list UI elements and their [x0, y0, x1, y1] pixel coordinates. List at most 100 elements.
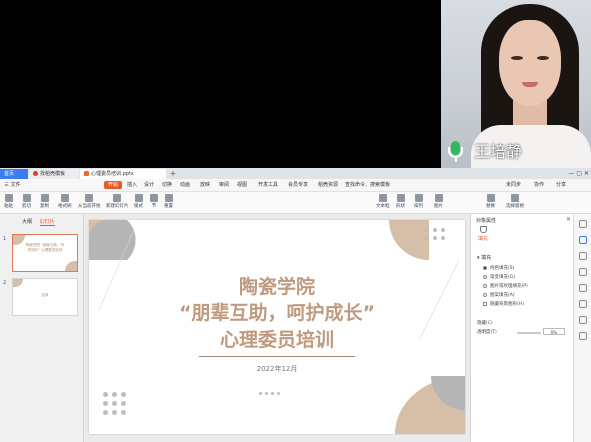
panel-tabs: 大纲 幻灯片	[22, 218, 61, 226]
fill-section-header[interactable]: ▾ 填充	[477, 254, 491, 261]
radio-icon	[483, 274, 487, 279]
copy-icon	[40, 194, 49, 202]
tab-home[interactable]: 首页	[0, 169, 28, 179]
menu-bar: 三 文件 开始 插入 设计 切换 动画 放映 审阅 视图 开发工具 会员专享 稻…	[0, 179, 591, 192]
slide-title-line2[interactable]: “朋辈互助，呵护成长”	[89, 298, 465, 325]
arrange-icon	[414, 194, 423, 202]
transparency-slider[interactable]	[517, 332, 541, 334]
thumb-text: 目录	[41, 293, 49, 297]
face	[499, 20, 561, 106]
option-gradient-fill[interactable]: 渐变填充(G)	[483, 274, 515, 280]
decorative-dots	[259, 380, 283, 399]
slide-title-line3[interactable]: 心理委员培训	[89, 325, 465, 352]
docer-icon	[33, 171, 38, 176]
arrange-button[interactable]: 排列	[414, 194, 423, 209]
document-tab-bar: 首页 找稻壳模板 心理委员培训.pptx + — ▢ ✕	[0, 168, 591, 179]
option-pattern-fill[interactable]: 图案填充(A)	[483, 292, 515, 298]
cut-button[interactable]: 剪切	[22, 194, 31, 209]
shape-icon	[396, 194, 405, 202]
tab-template-label: 找稻壳模板	[40, 171, 66, 177]
ribbon-toolbar: 粘贴 剪切 复制 格式刷 从当前开始 新建幻灯片 版式 节 重置 文本框 形状 …	[0, 192, 591, 214]
slide-thumbnail-2[interactable]: 目录	[12, 278, 78, 316]
new-tab-plus-icon[interactable]: +	[168, 168, 178, 179]
design-icon[interactable]	[579, 284, 587, 292]
radio-icon	[483, 283, 487, 288]
layout-button[interactable]: 版式	[134, 194, 143, 209]
paste-button[interactable]: 粘贴	[4, 194, 13, 209]
object-properties-pane: 对象属性 ✕ 填充 ▾ 填充 纯色填充(S) 渐变填充(G) 图片或纹理填充(P…	[470, 214, 574, 442]
menu-insert[interactable]: 插入	[127, 179, 137, 191]
fill-bucket-icon[interactable]	[480, 226, 487, 233]
play-from-current-button[interactable]: 从当前开始	[78, 194, 101, 209]
close-icon[interactable]: ✕	[566, 216, 571, 223]
tab-fill[interactable]: 填充	[478, 235, 488, 242]
help-icon[interactable]	[579, 300, 587, 308]
layout-icon	[134, 194, 143, 202]
transparency-input[interactable]: 0%	[543, 328, 565, 335]
section-icon	[150, 194, 158, 202]
selection-pane-button[interactable]: 选择窗格	[506, 194, 524, 209]
slide-canvas[interactable]: 陶瓷学院 “朋辈互助，呵护成长” 心理委员培训 2022年12月	[89, 220, 465, 434]
play-icon	[85, 194, 94, 202]
replace-icon	[486, 194, 495, 202]
animation-icon[interactable]	[579, 252, 587, 260]
slide-date[interactable]: 2022年12月	[89, 364, 465, 374]
more-icon[interactable]	[579, 332, 587, 340]
menu-home[interactable]: 开始	[104, 181, 123, 189]
picture-button[interactable]: 图片	[434, 194, 443, 209]
unsynced-status[interactable]: 未同步	[506, 179, 521, 191]
hidden-label: 隐藏(C)	[477, 321, 493, 326]
shape-button[interactable]: 形状	[396, 194, 405, 209]
right-eye	[537, 56, 549, 60]
slide-editor: 陶瓷学院 “朋辈互助，呵护成长” 心理委员培训 2022年12月	[84, 214, 470, 442]
menu-view[interactable]: 视图	[237, 179, 247, 191]
format-painter-button[interactable]: 格式刷	[58, 194, 72, 209]
wps-presentation-window: 首页 找稻壳模板 心理委员培训.pptx + — ▢ ✕ 三 文件 开始 插入 …	[0, 168, 591, 442]
menu-docer[interactable]: 稻壳资源	[318, 179, 338, 191]
window-controls[interactable]: — ▢ ✕	[568, 168, 589, 179]
new-slide-button[interactable]: 新建幻灯片	[106, 194, 129, 209]
thumb-text: 陶瓷学院 “朋辈互助，呵护成长” 心理委员培训	[26, 243, 64, 252]
thumb-decoration	[13, 279, 23, 287]
pane-title: 对象属性	[476, 218, 497, 224]
copy-button[interactable]: 复制	[40, 194, 49, 209]
slide-title-line1[interactable]: 陶瓷学院	[89, 272, 465, 299]
fill-section-label: 填充	[481, 255, 492, 261]
mouth	[522, 82, 538, 87]
collab-button[interactable]: 协作	[534, 179, 544, 191]
radio-icon	[483, 265, 487, 270]
option-picture-fill[interactable]: 图片或纹理填充(P)	[483, 283, 528, 289]
tab-template[interactable]: 找稻壳模板	[29, 169, 79, 179]
option-solid-fill[interactable]: 纯色填充(S)	[483, 265, 514, 271]
menu-devtools[interactable]: 开发工具	[258, 179, 278, 191]
textbox-icon	[378, 194, 387, 202]
fill-icon[interactable]	[579, 236, 587, 244]
menu-design[interactable]: 设计	[144, 179, 154, 191]
command-search[interactable]: 查找命令、搜索模板	[345, 179, 390, 191]
menu-file[interactable]: 三 文件	[4, 179, 21, 191]
reset-button[interactable]: 重置	[164, 194, 173, 209]
tab-slides[interactable]: 幻灯片	[39, 219, 55, 226]
menu-review[interactable]: 审阅	[219, 179, 229, 191]
slide-thumbnail-panel: 大纲 幻灯片 1 陶瓷学院 “朋辈互助，呵护成长” 心理委员培训 2 目录	[0, 214, 84, 442]
left-eye	[511, 56, 523, 60]
title-underline	[199, 356, 355, 357]
new-slide-icon	[113, 194, 122, 202]
replace-button[interactable]: 替换	[486, 194, 495, 209]
radio-icon	[483, 292, 487, 297]
share-button[interactable]: 分享	[556, 179, 566, 191]
section-button[interactable]: 节	[150, 194, 158, 209]
slide-thumbnail-1[interactable]: 陶瓷学院 “朋辈互助，呵护成长” 心理委员培训	[12, 234, 78, 272]
tab-outline[interactable]: 大纲	[22, 219, 32, 225]
option-hide-background[interactable]: 隐藏背景图形(H)	[483, 301, 524, 307]
textbox-button[interactable]: 文本框	[376, 194, 390, 209]
properties-icon[interactable]	[579, 220, 587, 228]
menu-member[interactable]: 会员专享	[288, 179, 308, 191]
settings-icon[interactable]	[579, 316, 587, 324]
menu-animation[interactable]: 动画	[180, 179, 190, 191]
menu-slideshow[interactable]: 放映	[200, 179, 210, 191]
transition-icon[interactable]	[579, 268, 587, 276]
tab-presentation[interactable]: 心理委员培训.pptx	[80, 169, 166, 179]
pptx-icon	[84, 171, 89, 176]
menu-transition[interactable]: 切换	[162, 179, 172, 191]
